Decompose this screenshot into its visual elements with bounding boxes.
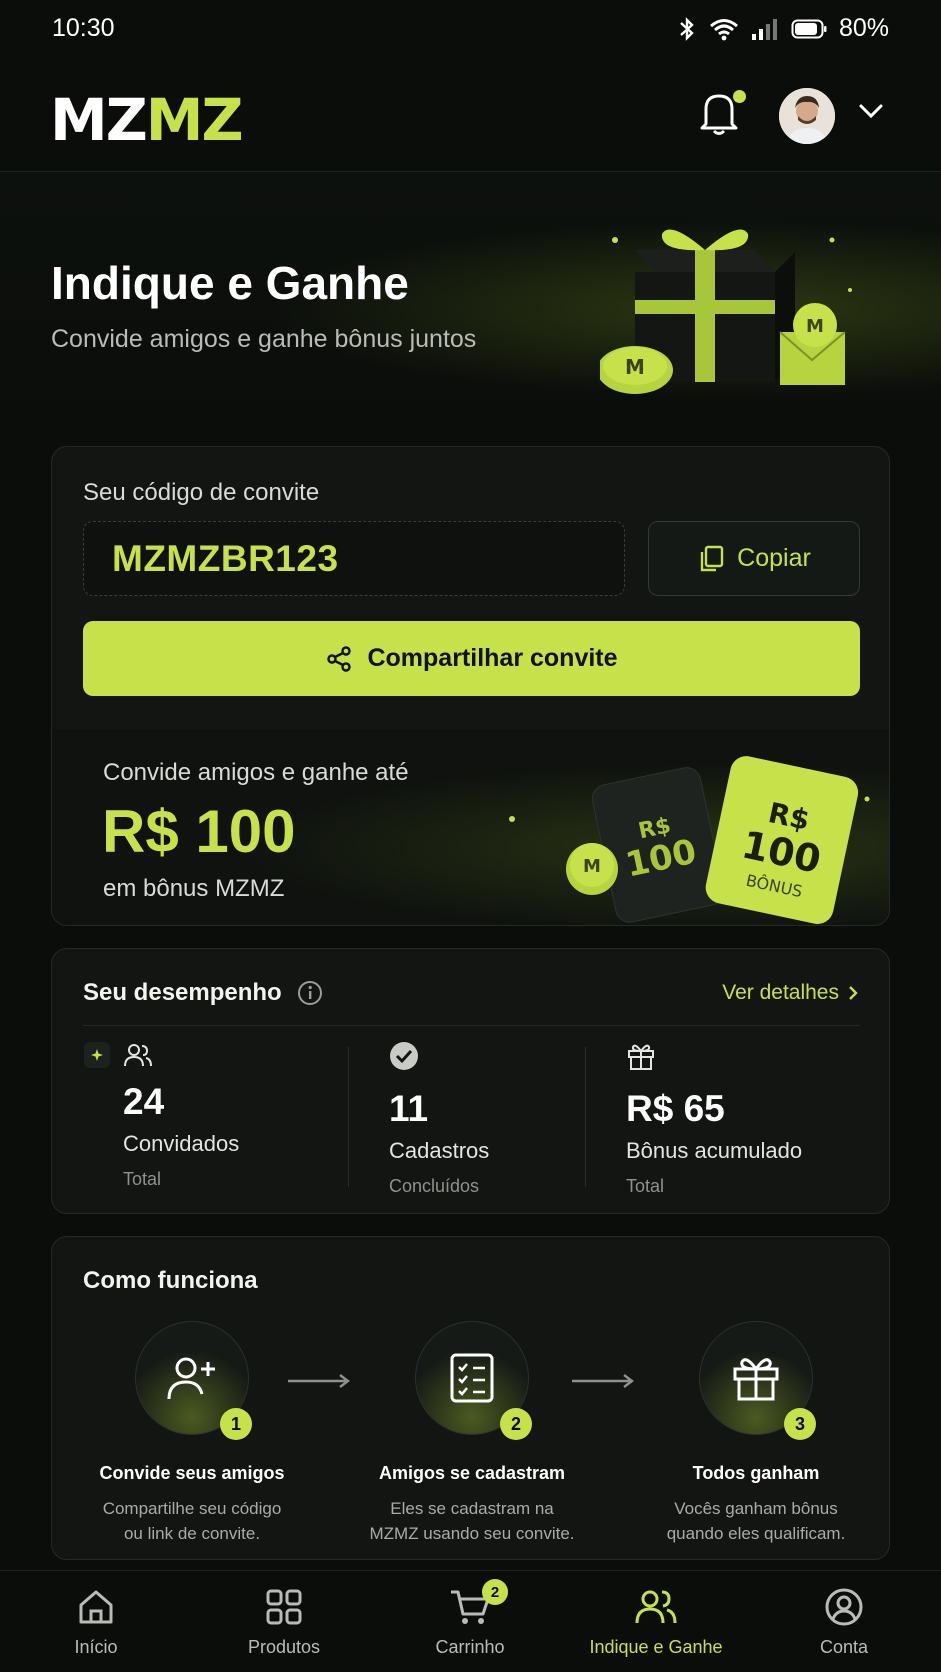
nav-cart[interactable]: 2 Carrinho: [376, 1571, 564, 1672]
stat-bonus: R$ 65 Bônus acumulado Total: [626, 1041, 802, 1197]
notification-dot: [733, 90, 746, 103]
divider: [83, 1025, 860, 1026]
chevron-down-icon[interactable]: [858, 102, 884, 120]
page-title: Indique e Ganhe: [51, 257, 409, 309]
battery-icon: [791, 19, 827, 38]
mzmz-logo[interactable]: MZMZ: [50, 86, 244, 154]
home-icon: [79, 1590, 113, 1624]
nav-home-label: Início: [74, 1637, 118, 1657]
see-details-label: Ver detalhes: [722, 981, 839, 1004]
step-2: 2 Amigos se cadastram Eles se cadastram …: [332, 1321, 612, 1546]
step-2-circle: 2: [415, 1321, 532, 1440]
account-icon: [825, 1588, 863, 1626]
gift-icon: [733, 1358, 779, 1401]
bonus-line3: em bônus MZMZ: [103, 875, 285, 902]
wifi-icon: [709, 18, 738, 40]
gift-icon: [628, 1044, 654, 1070]
status-icons: 80%: [677, 14, 889, 43]
check-circle-icon: [390, 1042, 418, 1070]
users-icon: [124, 1044, 152, 1067]
nav-account-label: Conta: [819, 1637, 869, 1657]
nav-refer[interactable]: Indique e Ganhe: [562, 1571, 750, 1672]
copy-icon: [700, 545, 724, 571]
svg-text:M: M: [625, 355, 645, 379]
stat-bonus-sub: Total: [626, 1176, 665, 1196]
performance-title: Seu desempenho: [83, 979, 282, 1006]
stat-divider: [585, 1047, 586, 1187]
nav-refer-label: Indique e Ganhe: [589, 1637, 723, 1657]
how-it-works-title: Como funciona: [83, 1267, 258, 1294]
hero-banner: Indique e Ganhe Convide amigos e ganhe b…: [0, 172, 941, 422]
copy-button-label: Copiar: [737, 544, 811, 572]
copy-button[interactable]: Copiar: [648, 521, 860, 596]
bonus-promo: Convide amigos e ganhe até R$ 100 em bôn…: [52, 729, 889, 925]
stat-signups: 11 Cadastros Concluídos: [389, 1041, 489, 1197]
stat-signups-value: 11: [389, 1088, 429, 1129]
chevron-right-icon: [849, 986, 858, 1000]
stat-bonus-value: R$ 65: [626, 1088, 725, 1129]
step-badge: 2: [500, 1408, 532, 1440]
stat-bonus-label: Bônus acumulado: [626, 1138, 803, 1163]
step-3-title: Todos ganham: [692, 1463, 820, 1483]
nav-cart-label: Carrinho: [435, 1637, 505, 1657]
step-1-desc: Compartilhe seu código ou link de convite…: [102, 1499, 282, 1543]
share-invite-button[interactable]: Compartilhar convite: [83, 621, 860, 696]
performance-card: Seu desempenho Ver detalhes 24 Convidado…: [51, 948, 890, 1214]
bonus-vouchers-illustration: R$ 100 M R$ 100 BÔNUS: [509, 756, 870, 924]
users-icon: [635, 1590, 677, 1624]
sparkle-icon: [84, 1042, 110, 1068]
see-details-link[interactable]: Ver detalhes: [722, 981, 859, 1005]
step-badge: 1: [220, 1408, 252, 1440]
gift-box-illustration: M M: [600, 229, 852, 394]
step-3-desc: Vocês ganham bônus quando eles qualificam…: [666, 1499, 846, 1543]
status-time: 10:30: [52, 14, 115, 42]
nav-home[interactable]: Início: [2, 1571, 190, 1672]
cart-count-badge: 2: [482, 1579, 508, 1605]
bluetooth-icon: [680, 16, 694, 41]
step-2-title: Amigos se cadastram: [378, 1463, 566, 1483]
stat-invited-value: 24: [123, 1081, 165, 1122]
add-user-icon: [167, 1357, 215, 1400]
stat-invited-label: Convidados: [123, 1131, 240, 1156]
step-1: 1 Convide seus amigos Compartilhe seu có…: [52, 1321, 332, 1546]
nav-products[interactable]: Produtos: [190, 1571, 378, 1672]
step-3: 3 Todos ganham Vocês ganham bônus quando …: [616, 1321, 896, 1546]
bonus-line1: Convide amigos e ganhe até: [103, 759, 409, 786]
step-3-circle: 3: [699, 1321, 816, 1440]
bonus-amount: R$ 100: [102, 798, 296, 865]
status-bar: 10:30 80%: [0, 0, 941, 56]
signal-icon: [751, 18, 777, 40]
nav-account[interactable]: Conta: [750, 1571, 938, 1672]
invite-code-label: Seu código de convite: [83, 479, 320, 506]
step-1-circle: 1: [135, 1321, 252, 1440]
svg-text:M: M: [583, 856, 601, 877]
stat-signups-sub: Concluídos: [389, 1176, 480, 1196]
grid-icon: [266, 1589, 302, 1625]
step-badge: 3: [784, 1408, 816, 1440]
stat-invited-sub: Total: [123, 1169, 162, 1189]
avatar[interactable]: [779, 88, 835, 144]
battery-percent: 80%: [838, 14, 889, 42]
share-icon: [327, 645, 352, 672]
checklist-icon: [450, 1353, 494, 1403]
invite-code: MZMZBR123: [112, 538, 339, 579]
bottom-navigation: Início Produtos 2 Carrinho Indique e Gan…: [0, 1570, 941, 1672]
step-2-desc: Eles se cadastram na MZMZ usando seu conv…: [369, 1499, 575, 1543]
step-1-title: Convide seus amigos: [99, 1463, 285, 1483]
svg-text:M: M: [806, 316, 824, 337]
stat-signups-label: Cadastros: [389, 1138, 490, 1163]
share-invite-label: Compartilhar convite: [367, 644, 618, 672]
invite-card: Seu código de convite MZMZBR123 Copiar C…: [51, 446, 890, 926]
invite-code-box[interactable]: MZMZBR123: [83, 521, 625, 596]
page-subtitle: Convide amigos e ganhe bônus juntos: [51, 325, 477, 353]
stat-divider: [348, 1047, 349, 1187]
nav-products-label: Produtos: [247, 1637, 321, 1657]
how-it-works-card: Como funciona 1 Convide seus amigos Comp…: [51, 1236, 890, 1560]
stat-invited: 24 Convidados Total: [83, 1041, 239, 1190]
info-icon[interactable]: [297, 980, 323, 1006]
app-header: MZMZ: [0, 60, 941, 172]
